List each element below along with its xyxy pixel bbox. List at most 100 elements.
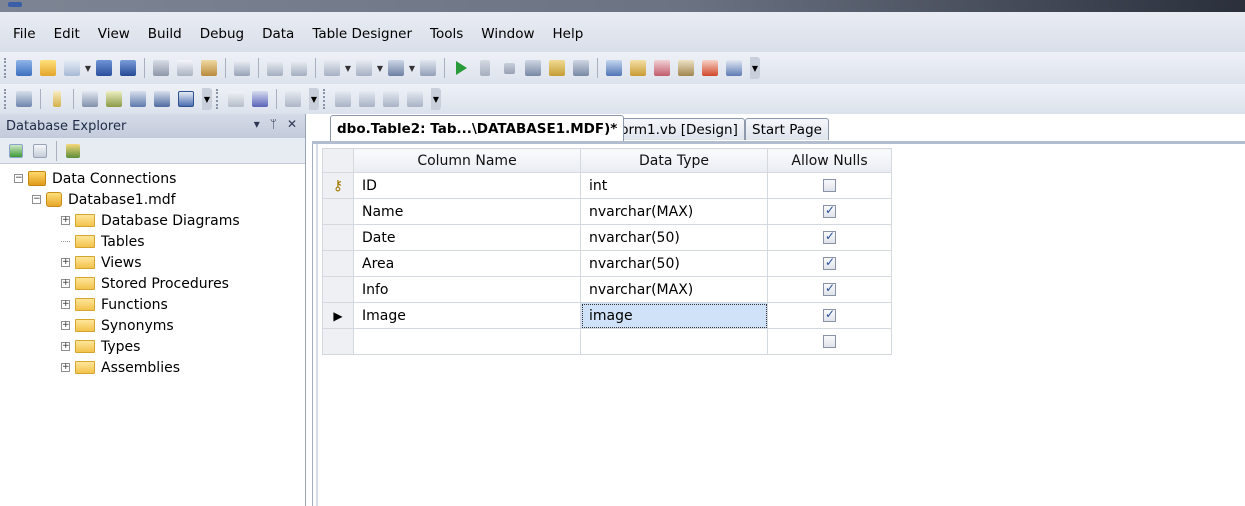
tree-node-views[interactable]: + Views	[0, 252, 305, 273]
xml-indexes-icon[interactable]	[151, 88, 173, 110]
menu-debug[interactable]: Debug	[191, 25, 253, 43]
refresh-icon[interactable]	[5, 140, 27, 162]
indexes-keys-icon[interactable]	[103, 88, 125, 110]
row-selector[interactable]	[322, 328, 354, 355]
chevron-down-icon[interactable]: ▼	[376, 57, 384, 79]
navigate-forward-icon[interactable]	[417, 57, 439, 79]
toolbar-overflow-button[interactable]: ▼	[431, 88, 441, 110]
new-project-icon[interactable]	[13, 57, 35, 79]
tree-node-synonyms[interactable]: + Synonyms	[0, 315, 305, 336]
paste-icon[interactable]	[198, 57, 220, 79]
set-primary-key-icon[interactable]	[46, 88, 68, 110]
column-name-cell[interactable]: Date	[353, 224, 581, 251]
allow-nulls-checkbox[interactable]	[823, 229, 836, 244]
column-name-cell[interactable]	[353, 328, 581, 355]
allow-nulls-cell[interactable]	[767, 302, 892, 329]
menu-file[interactable]: File	[4, 25, 45, 43]
menu-help[interactable]: Help	[544, 25, 593, 43]
column-name-cell[interactable]: Info	[353, 276, 581, 303]
properties-icon[interactable]	[627, 57, 649, 79]
navigate-backward-icon[interactable]	[385, 57, 407, 79]
add-item-icon[interactable]	[61, 57, 83, 79]
menu-view[interactable]: View	[89, 25, 139, 43]
menu-tools[interactable]: Tools	[421, 25, 472, 43]
redo-icon[interactable]	[353, 57, 375, 79]
chevron-down-icon[interactable]: ▾	[254, 117, 260, 131]
row-selector[interactable]	[322, 276, 354, 303]
row-selector[interactable]	[322, 198, 354, 225]
data-type-cell[interactable]: nvarchar(50)	[580, 250, 768, 277]
tree-node-data-connections[interactable]: − Data Connections	[0, 168, 305, 189]
toolbox-icon[interactable]	[675, 57, 697, 79]
table-row[interactable]: Info nvarchar(MAX)	[322, 276, 892, 303]
menu-data[interactable]: Data	[253, 25, 303, 43]
table-row[interactable]: ▶ Image image	[322, 302, 892, 329]
solution-explorer-icon[interactable]	[603, 57, 625, 79]
data-type-cell[interactable]: nvarchar(MAX)	[580, 198, 768, 225]
fulltext-index-icon[interactable]	[127, 88, 149, 110]
allow-nulls-cell[interactable]	[767, 224, 892, 251]
snap-to-grid-icon[interactable]	[249, 88, 271, 110]
allow-nulls-checkbox[interactable]	[823, 307, 836, 322]
table-row[interactable]: ⚷ ID int	[322, 172, 892, 199]
menu-build[interactable]: Build	[139, 25, 191, 43]
column-name-cell[interactable]: Area	[353, 250, 581, 277]
toolbar-overflow-button[interactable]: ▼	[750, 57, 760, 79]
tree-node-stored-procedures[interactable]: + Stored Procedures	[0, 273, 305, 294]
allow-nulls-checkbox[interactable]	[823, 281, 836, 296]
allow-nulls-checkbox[interactable]	[823, 335, 836, 348]
row-selector[interactable]	[322, 224, 354, 251]
check-constraints-icon[interactable]	[175, 88, 197, 110]
data-type-cell[interactable]: nvarchar(MAX)	[580, 276, 768, 303]
object-browser-icon[interactable]	[651, 57, 673, 79]
layout-icon[interactable]	[282, 88, 304, 110]
pin-icon[interactable]: ᛘ	[270, 117, 277, 131]
expand-icon[interactable]: +	[61, 300, 70, 309]
allow-nulls-checkbox[interactable]	[823, 179, 836, 192]
tree-node-database[interactable]: − Database1.mdf	[0, 189, 305, 210]
step-out-icon[interactable]	[570, 57, 592, 79]
tab-form1-design[interactable]: Form1.vb [Design]	[606, 118, 745, 140]
expand-icon[interactable]: +	[61, 258, 70, 267]
open-file-icon[interactable]	[37, 57, 59, 79]
data-type-cell[interactable]	[580, 328, 768, 355]
menu-edit[interactable]: Edit	[45, 25, 89, 43]
tree-node-types[interactable]: + Types	[0, 336, 305, 357]
tree-node-assemblies[interactable]: + Assemblies	[0, 357, 305, 378]
stop-refresh-icon[interactable]	[29, 140, 51, 162]
row-selector-header[interactable]	[322, 148, 354, 173]
data-type-cell[interactable]: image	[580, 302, 768, 329]
expand-icon[interactable]: +	[61, 342, 70, 351]
tab-start-page[interactable]: Start Page	[745, 118, 829, 140]
toolbar-grip[interactable]	[323, 89, 327, 109]
allow-nulls-cell[interactable]	[767, 172, 892, 199]
toolbar-grip[interactable]	[216, 89, 220, 109]
data-type-cell[interactable]: int	[580, 172, 768, 199]
table-row[interactable]: Date nvarchar(50)	[322, 224, 892, 251]
menu-window[interactable]: Window	[472, 25, 543, 43]
expand-icon[interactable]: +	[61, 216, 70, 225]
current-row-arrow-icon[interactable]: ▶	[322, 302, 354, 329]
output-window-icon[interactable]	[723, 57, 745, 79]
results-pane-icon[interactable]	[404, 88, 426, 110]
expand-icon[interactable]: +	[61, 363, 70, 372]
diagram-pane-icon[interactable]	[332, 88, 354, 110]
toolbar-grip[interactable]	[4, 89, 8, 109]
sql-pane-icon[interactable]	[380, 88, 402, 110]
step-into-icon[interactable]	[522, 57, 544, 79]
tab-table-designer[interactable]: dbo.Table2: Tab...\DATABASE1.MDF)*	[330, 115, 625, 141]
save-icon[interactable]	[93, 57, 115, 79]
column-name-cell[interactable]: Name	[353, 198, 581, 225]
save-all-icon[interactable]	[117, 57, 139, 79]
row-selector[interactable]	[322, 250, 354, 277]
close-icon[interactable]: ✕	[287, 117, 297, 131]
data-type-cell[interactable]: nvarchar(50)	[580, 224, 768, 251]
allow-nulls-checkbox[interactable]	[823, 255, 836, 270]
tree-node-database-diagrams[interactable]: + Database Diagrams	[0, 210, 305, 231]
cut-icon[interactable]	[150, 57, 172, 79]
collapse-icon[interactable]: −	[14, 174, 23, 183]
chevron-down-icon[interactable]: ▼	[84, 57, 92, 79]
error-list-icon[interactable]	[699, 57, 721, 79]
primary-key-icon[interactable]: ⚷	[322, 172, 354, 199]
find-icon[interactable]	[231, 57, 253, 79]
